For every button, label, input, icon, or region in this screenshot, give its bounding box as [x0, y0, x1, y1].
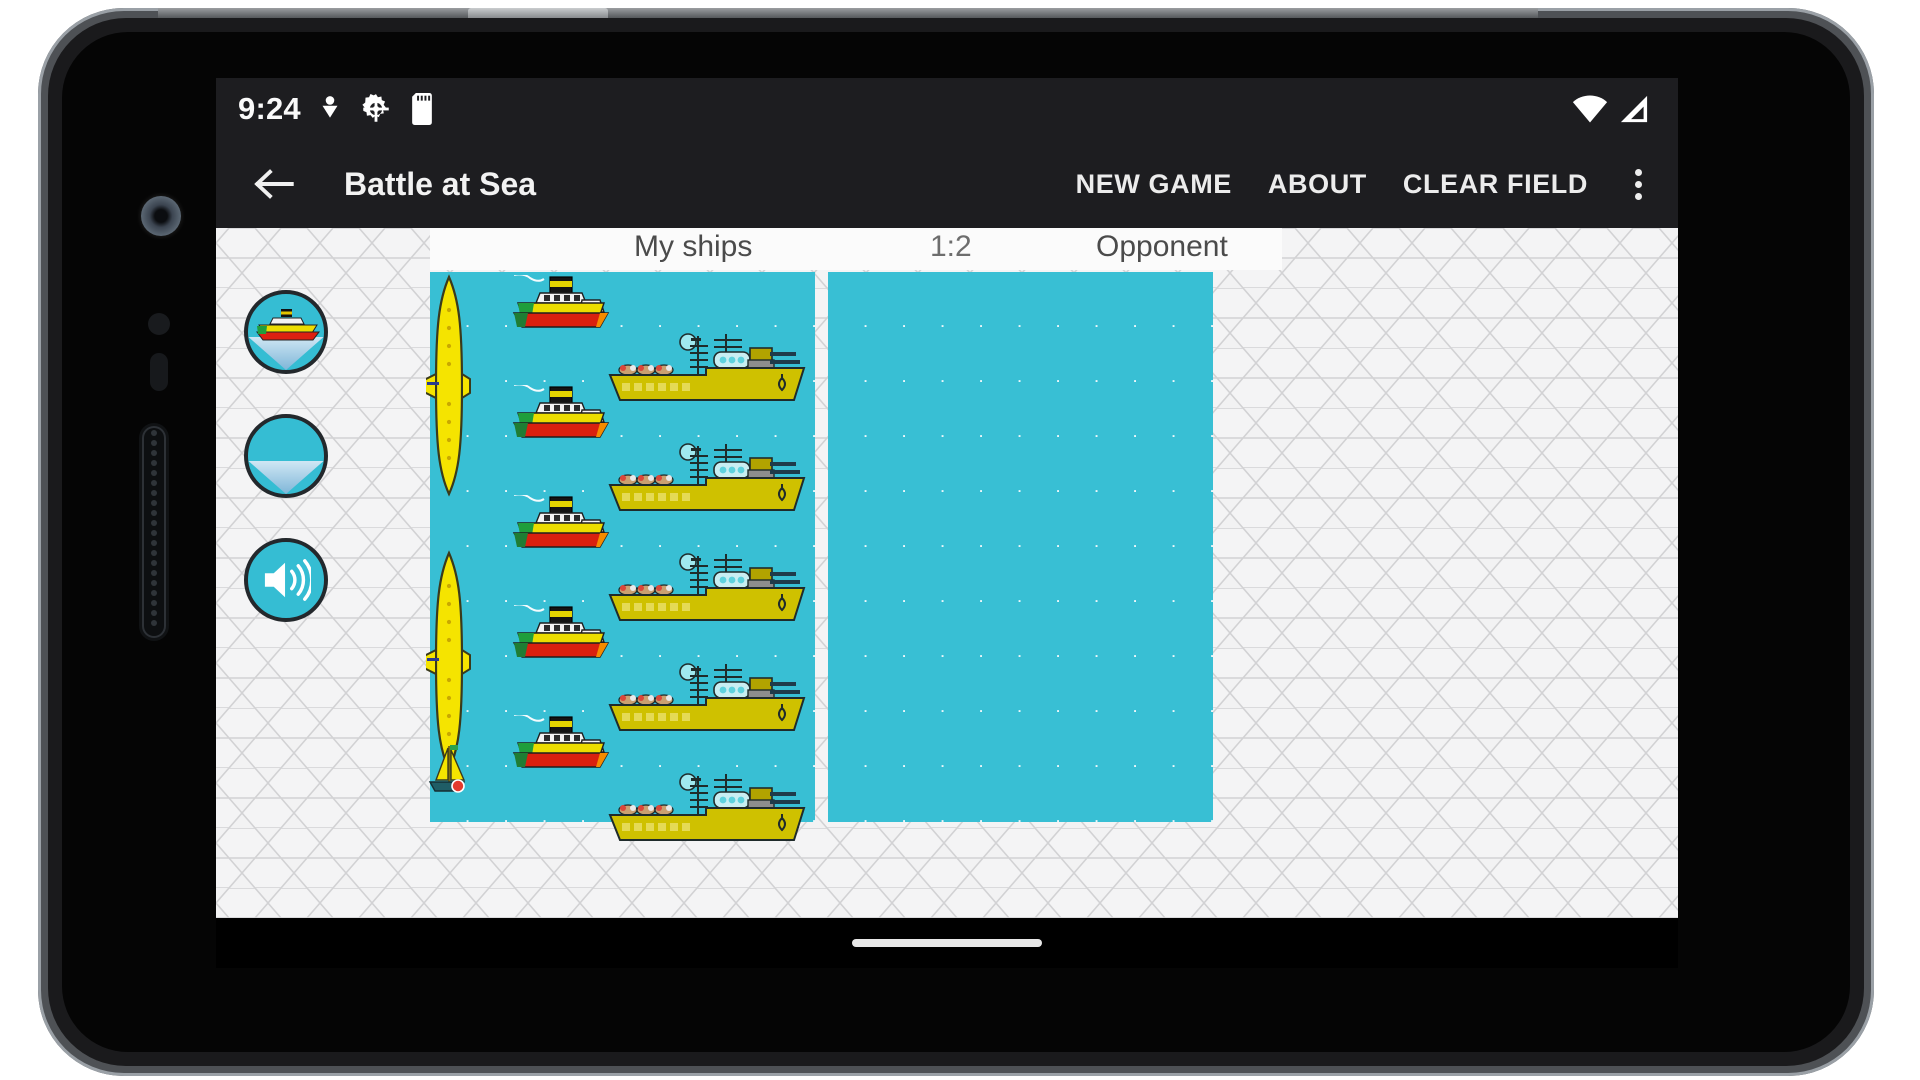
sprite-battleship[interactable] [602, 660, 810, 736]
board-labels-row: My ships 1:2 Opponent [216, 228, 1678, 272]
sprite-tugboat[interactable] [508, 605, 614, 667]
sprite-tugboat[interactable] [508, 715, 614, 777]
place-ships-button[interactable] [244, 290, 328, 374]
gear-icon [359, 92, 393, 126]
wifi-icon [1572, 94, 1608, 124]
screenshot-root: 9:24 Battle at Sea NEW GAME ABOUT CLEAR … [0, 0, 1920, 1080]
my-ships-board[interactable] [426, 272, 815, 841]
phone-screen: 9:24 Battle at Sea NEW GAME ABOUT CLEAR … [216, 78, 1678, 968]
navigation-bar [216, 918, 1678, 968]
my-ships-label: My ships [634, 230, 753, 263]
sound-toggle-button[interactable] [244, 538, 328, 622]
speaker-on-icon [264, 559, 311, 601]
about-button[interactable]: ABOUT [1250, 155, 1385, 214]
sprite-battleship[interactable] [602, 770, 810, 846]
cellular-signal-icon [1618, 94, 1650, 124]
status-bar: 9:24 [216, 78, 1678, 140]
status-bar-left-group: 9:24 [238, 91, 435, 127]
sd-card-icon [409, 93, 435, 125]
earpiece-speaker-grille [142, 426, 166, 638]
water-marker-icon [248, 460, 324, 494]
light-sensor-icon [150, 353, 168, 391]
sprite-sailboat[interactable] [428, 742, 484, 802]
home-gesture-pill[interactable] [852, 939, 1042, 947]
opponent-board[interactable] [828, 272, 1213, 822]
status-bar-right-group [1572, 94, 1650, 124]
opponent-label: Opponent [1096, 230, 1228, 263]
game-content: My ships 1:2 Opponent [216, 228, 1678, 918]
phone-top-strip [158, 8, 1538, 18]
sprite-submarine[interactable] [426, 550, 472, 774]
ship-marker-icon [256, 309, 320, 341]
app-bar: Battle at Sea NEW GAME ABOUT CLEAR FIELD [216, 140, 1678, 228]
download-icon [317, 94, 343, 124]
proximity-sensor-icon [148, 313, 170, 335]
sprite-tugboat[interactable] [508, 385, 614, 447]
sprite-tugboat[interactable] [508, 275, 614, 337]
overflow-menu-icon[interactable] [1612, 156, 1664, 212]
sprite-battleship[interactable] [602, 330, 810, 406]
app-bar-actions: NEW GAME ABOUT CLEAR FIELD [1058, 155, 1664, 214]
opponent-board-grid-dots [828, 272, 1213, 822]
sprite-submarine[interactable] [426, 274, 472, 498]
sprite-tugboat[interactable] [508, 495, 614, 557]
side-tool-buttons [244, 290, 394, 662]
back-arrow-icon[interactable] [246, 156, 302, 212]
score-label: 1:2 [930, 230, 972, 263]
water-marker-button[interactable] [244, 414, 328, 498]
sprite-battleship[interactable] [602, 550, 810, 626]
clear-field-button[interactable]: CLEAR FIELD [1385, 155, 1606, 214]
new-game-button[interactable]: NEW GAME [1058, 155, 1250, 214]
status-bar-clock: 9:24 [238, 91, 301, 126]
page-title: Battle at Sea [344, 165, 537, 202]
sprite-battleship[interactable] [602, 440, 810, 516]
front-camera-icon [141, 196, 181, 236]
my-board-ships [426, 272, 815, 841]
